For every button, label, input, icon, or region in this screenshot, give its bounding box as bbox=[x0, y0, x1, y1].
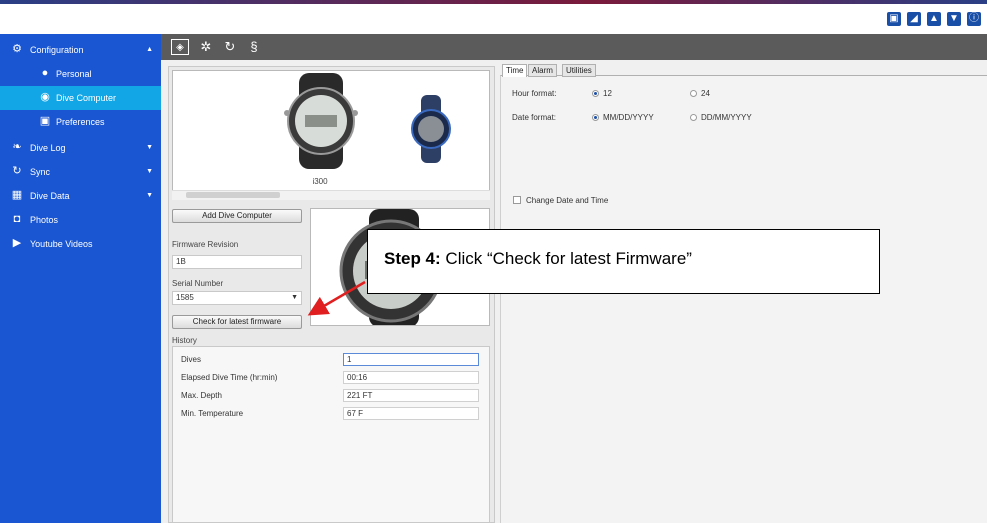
arrow-line bbox=[307, 280, 366, 316]
annotation-arrow bbox=[307, 280, 366, 316]
